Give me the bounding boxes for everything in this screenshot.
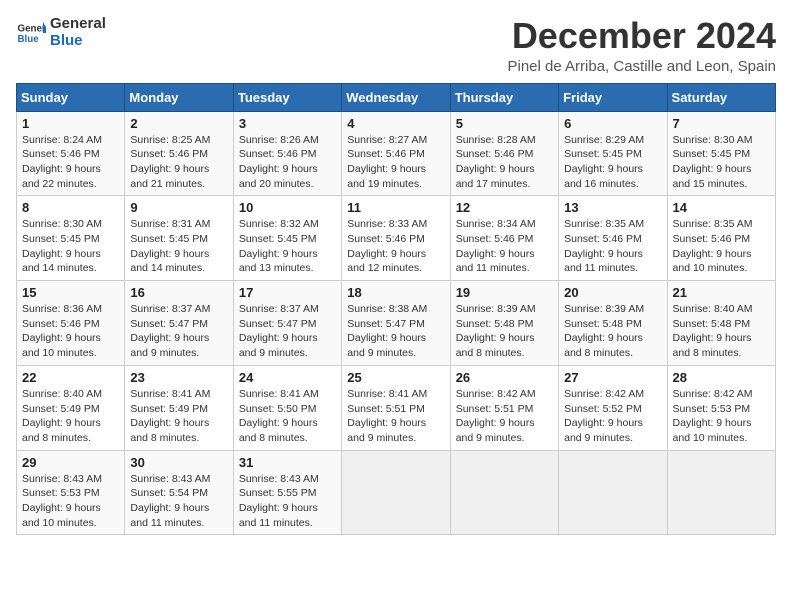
logo-text-blue: Blue: [50, 33, 106, 50]
cell-w1-d1: 1 Sunrise: 8:24 AM Sunset: 5:46 PM Dayli…: [17, 111, 125, 196]
cell-w1-d5: 5 Sunrise: 8:28 AM Sunset: 5:46 PM Dayli…: [450, 111, 558, 196]
cell-w5-d4: [342, 450, 450, 535]
logo-icon: General Blue: [16, 18, 46, 48]
cell-w5-d3: 31 Sunrise: 8:43 AM Sunset: 5:55 PM Dayl…: [233, 450, 341, 535]
week-row-2: 8 Sunrise: 8:30 AM Sunset: 5:45 PM Dayli…: [17, 196, 776, 281]
cell-w4-d7: 28 Sunrise: 8:42 AM Sunset: 5:53 PM Dayl…: [667, 365, 775, 450]
cell-w4-d1: 22 Sunrise: 8:40 AM Sunset: 5:49 PM Dayl…: [17, 365, 125, 450]
cell-w5-d2: 30 Sunrise: 8:43 AM Sunset: 5:54 PM Dayl…: [125, 450, 233, 535]
cell-w3-d1: 15 Sunrise: 8:36 AM Sunset: 5:46 PM Dayl…: [17, 281, 125, 366]
cell-w1-d6: 6 Sunrise: 8:29 AM Sunset: 5:45 PM Dayli…: [559, 111, 667, 196]
week-row-3: 15 Sunrise: 8:36 AM Sunset: 5:46 PM Dayl…: [17, 281, 776, 366]
header-row: Sunday Monday Tuesday Wednesday Thursday…: [17, 83, 776, 111]
cell-w2-d6: 13 Sunrise: 8:35 AM Sunset: 5:46 PM Dayl…: [559, 196, 667, 281]
cell-w1-d3: 3 Sunrise: 8:26 AM Sunset: 5:46 PM Dayli…: [233, 111, 341, 196]
col-monday: Monday: [125, 83, 233, 111]
cell-w3-d4: 18 Sunrise: 8:38 AM Sunset: 5:47 PM Dayl…: [342, 281, 450, 366]
cell-w3-d5: 19 Sunrise: 8:39 AM Sunset: 5:48 PM Dayl…: [450, 281, 558, 366]
cell-w3-d2: 16 Sunrise: 8:37 AM Sunset: 5:47 PM Dayl…: [125, 281, 233, 366]
cell-w1-d2: 2 Sunrise: 8:25 AM Sunset: 5:46 PM Dayli…: [125, 111, 233, 196]
cell-w4-d5: 26 Sunrise: 8:42 AM Sunset: 5:51 PM Dayl…: [450, 365, 558, 450]
cell-w2-d1: 8 Sunrise: 8:30 AM Sunset: 5:45 PM Dayli…: [17, 196, 125, 281]
page-header: General Blue General Blue December 2024 …: [16, 16, 776, 75]
location-subtitle: Pinel de Arriba, Castille and Leon, Spai…: [507, 58, 776, 75]
col-tuesday: Tuesday: [233, 83, 341, 111]
cell-w2-d7: 14 Sunrise: 8:35 AM Sunset: 5:46 PM Dayl…: [667, 196, 775, 281]
svg-text:Blue: Blue: [18, 34, 40, 45]
title-block: December 2024 Pinel de Arriba, Castille …: [507, 16, 776, 75]
svg-text:General: General: [18, 23, 47, 34]
month-title: December 2024: [507, 16, 776, 56]
cell-w3-d7: 21 Sunrise: 8:40 AM Sunset: 5:48 PM Dayl…: [667, 281, 775, 366]
cell-w2-d4: 11 Sunrise: 8:33 AM Sunset: 5:46 PM Dayl…: [342, 196, 450, 281]
week-row-1: 1 Sunrise: 8:24 AM Sunset: 5:46 PM Dayli…: [17, 111, 776, 196]
week-row-5: 29 Sunrise: 8:43 AM Sunset: 5:53 PM Dayl…: [17, 450, 776, 535]
cell-w4-d3: 24 Sunrise: 8:41 AM Sunset: 5:50 PM Dayl…: [233, 365, 341, 450]
logo-text-general: General: [50, 16, 106, 33]
calendar-table: Sunday Monday Tuesday Wednesday Thursday…: [16, 83, 776, 536]
logo: General Blue General Blue: [16, 16, 106, 49]
cell-w3-d6: 20 Sunrise: 8:39 AM Sunset: 5:48 PM Dayl…: [559, 281, 667, 366]
cell-w1-d4: 4 Sunrise: 8:27 AM Sunset: 5:46 PM Dayli…: [342, 111, 450, 196]
cell-w1-d7: 7 Sunrise: 8:30 AM Sunset: 5:45 PM Dayli…: [667, 111, 775, 196]
col-friday: Friday: [559, 83, 667, 111]
cell-w2-d5: 12 Sunrise: 8:34 AM Sunset: 5:46 PM Dayl…: [450, 196, 558, 281]
cell-w3-d3: 17 Sunrise: 8:37 AM Sunset: 5:47 PM Dayl…: [233, 281, 341, 366]
cell-w5-d7: [667, 450, 775, 535]
col-wednesday: Wednesday: [342, 83, 450, 111]
cell-w2-d3: 10 Sunrise: 8:32 AM Sunset: 5:45 PM Dayl…: [233, 196, 341, 281]
cell-w4-d2: 23 Sunrise: 8:41 AM Sunset: 5:49 PM Dayl…: [125, 365, 233, 450]
col-saturday: Saturday: [667, 83, 775, 111]
cell-w5-d5: [450, 450, 558, 535]
col-sunday: Sunday: [17, 83, 125, 111]
cell-w2-d2: 9 Sunrise: 8:31 AM Sunset: 5:45 PM Dayli…: [125, 196, 233, 281]
col-thursday: Thursday: [450, 83, 558, 111]
cell-w4-d6: 27 Sunrise: 8:42 AM Sunset: 5:52 PM Dayl…: [559, 365, 667, 450]
cell-w4-d4: 25 Sunrise: 8:41 AM Sunset: 5:51 PM Dayl…: [342, 365, 450, 450]
cell-w5-d1: 29 Sunrise: 8:43 AM Sunset: 5:53 PM Dayl…: [17, 450, 125, 535]
week-row-4: 22 Sunrise: 8:40 AM Sunset: 5:49 PM Dayl…: [17, 365, 776, 450]
cell-w5-d6: [559, 450, 667, 535]
